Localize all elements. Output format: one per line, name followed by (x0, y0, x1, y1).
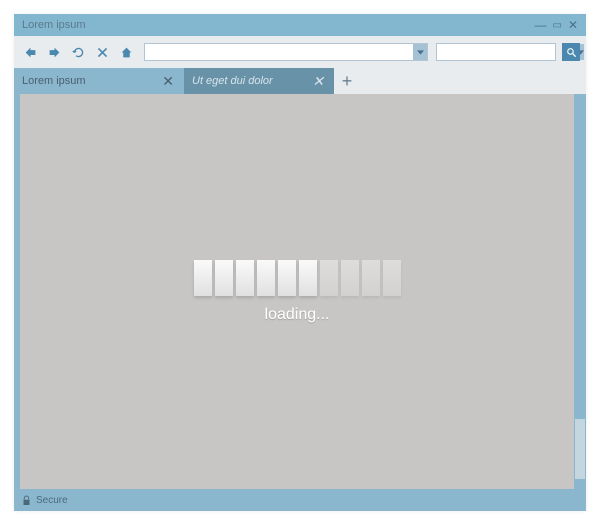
address-dropdown[interactable] (413, 44, 427, 60)
loading-bar (383, 260, 401, 296)
loading-bar (320, 260, 338, 296)
refresh-button[interactable] (68, 42, 88, 62)
home-icon (120, 46, 133, 59)
status-bar: Secure (14, 489, 586, 511)
content-area: loading... (14, 94, 586, 489)
home-button[interactable] (116, 42, 136, 62)
tab-inactive[interactable]: Ut eget dui dolor ✕ (184, 68, 334, 94)
chevron-down-icon (417, 50, 424, 55)
lock-icon (22, 495, 31, 506)
close-button[interactable]: ✕ (568, 18, 578, 32)
window-title: Lorem ipsum (22, 19, 534, 31)
page-content: loading... (20, 94, 574, 489)
tab-close-button[interactable]: ✕ (160, 73, 176, 90)
titlebar: Lorem ipsum — ▭ ✕ (14, 14, 586, 36)
status-text: Secure (36, 495, 68, 506)
minimize-button[interactable]: — (534, 18, 546, 32)
tab-label: Lorem ipsum (22, 75, 160, 87)
scrollbar-thumb[interactable] (575, 419, 585, 479)
browser-window: Lorem ipsum — ▭ ✕ (14, 14, 586, 511)
x-icon (96, 46, 109, 59)
loading-bar (215, 260, 233, 296)
plus-icon: + (342, 71, 353, 92)
forward-button[interactable] (44, 42, 64, 62)
maximize-button[interactable]: ▭ (552, 20, 561, 31)
stop-button[interactable] (92, 42, 112, 62)
tab-label: Ut eget dui dolor (192, 75, 310, 87)
arrow-right-icon (48, 46, 61, 59)
loading-bar (194, 260, 212, 296)
search-button[interactable] (562, 43, 580, 61)
search-bar (436, 43, 556, 61)
tab-active[interactable]: Lorem ipsum ✕ (14, 68, 184, 94)
loading-bar (362, 260, 380, 296)
new-tab-button[interactable]: + (334, 68, 360, 94)
toolbar (14, 36, 586, 68)
window-controls: — ▭ ✕ (534, 18, 578, 32)
address-input[interactable] (145, 47, 413, 58)
loading-bar (299, 260, 317, 296)
loading-bar (236, 260, 254, 296)
search-input[interactable] (437, 47, 577, 58)
loading-bar (257, 260, 275, 296)
tab-bar: Lorem ipsum ✕ Ut eget dui dolor ✕ + (14, 68, 586, 94)
scrollbar[interactable] (574, 94, 586, 489)
refresh-icon (72, 46, 85, 59)
arrow-left-icon (24, 46, 37, 59)
tab-close-button[interactable]: ✕ (310, 73, 326, 90)
loading-bar (341, 260, 359, 296)
search-icon (566, 47, 577, 58)
back-button[interactable] (20, 42, 40, 62)
loading-indicator (194, 260, 401, 296)
address-bar (144, 43, 428, 61)
loading-bar (278, 260, 296, 296)
loading-text: loading... (265, 306, 330, 324)
